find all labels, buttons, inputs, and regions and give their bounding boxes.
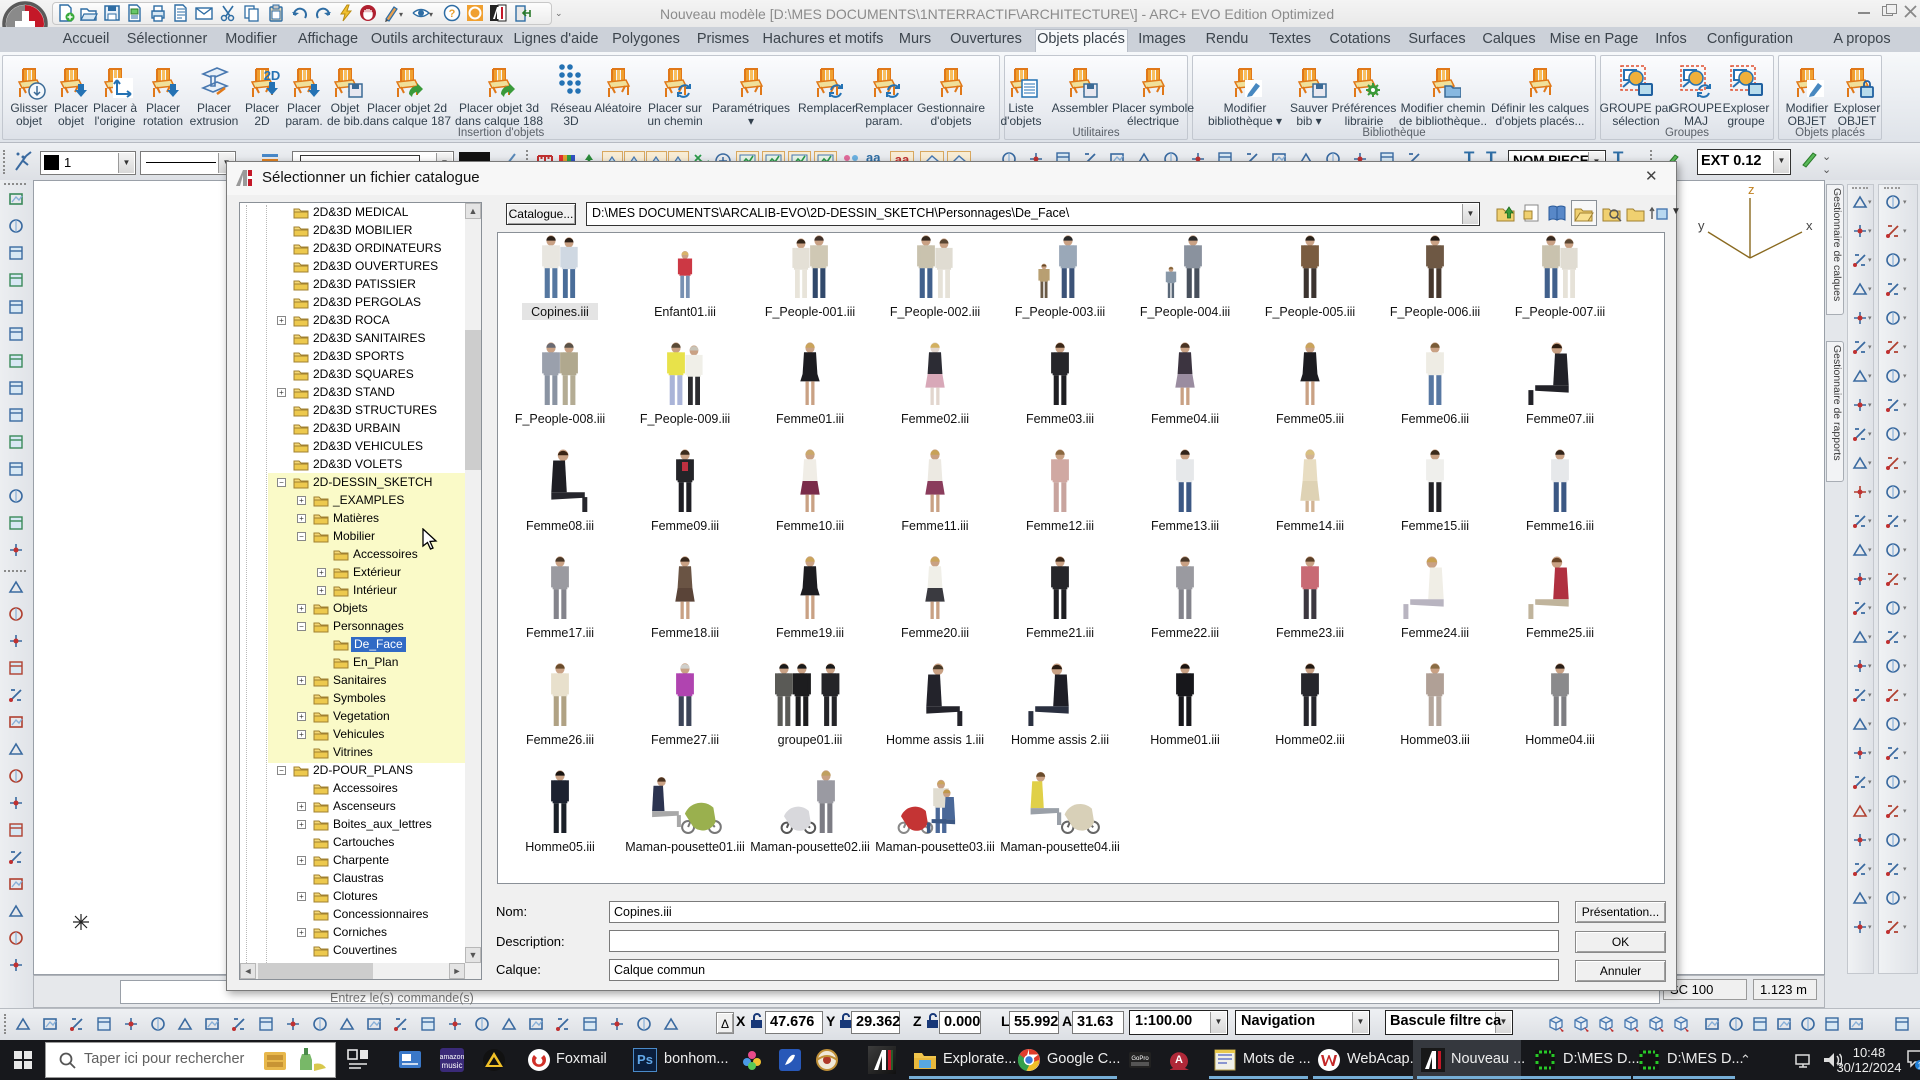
svg-text:Femme27.iii: Femme27.iii <box>651 733 719 747</box>
svg-text:Copines.iii: Copines.iii <box>531 305 589 319</box>
svg-text:Femme04.iii: Femme04.iii <box>1151 412 1219 426</box>
svg-text:Femme14.iii: Femme14.iii <box>1276 519 1344 533</box>
svg-text:F_People-005.iii: F_People-005.iii <box>1265 305 1355 319</box>
svg-text:y: y <box>1698 218 1705 233</box>
svg-text:Homme assis 2.iii: Homme assis 2.iii <box>1011 733 1109 747</box>
svg-text:2D: 2D <box>264 68 280 83</box>
svg-text:F_People-001.iii: F_People-001.iii <box>765 305 855 319</box>
svg-text:F_People-009.iii: F_People-009.iii <box>640 412 730 426</box>
svg-text:Femme16.iii: Femme16.iii <box>1526 519 1594 533</box>
svg-text:Femme19.iii: Femme19.iii <box>776 626 844 640</box>
svg-text:x: x <box>1806 218 1813 233</box>
svg-text:Femme08.iii: Femme08.iii <box>526 519 594 533</box>
svg-text:Femme02.iii: Femme02.iii <box>901 412 969 426</box>
svg-text:Femme05.iii: Femme05.iii <box>1276 412 1344 426</box>
svg-text:Femme20.iii: Femme20.iii <box>901 626 969 640</box>
svg-text:Enfant01.iii: Enfant01.iii <box>654 305 716 319</box>
svg-text:Femme18.iii: Femme18.iii <box>651 626 719 640</box>
svg-text:Femme12.iii: Femme12.iii <box>1026 519 1094 533</box>
svg-text:Femme09.iii: Femme09.iii <box>651 519 719 533</box>
svg-text:Femme21.iii: Femme21.iii <box>1026 626 1094 640</box>
svg-text:Femme22.iii: Femme22.iii <box>1151 626 1219 640</box>
svg-text:Homme04.iii: Homme04.iii <box>1525 733 1594 747</box>
svg-text:Maman-pousette01.iii: Maman-pousette01.iii <box>625 840 745 854</box>
svg-text:Femme10.iii: Femme10.iii <box>776 519 844 533</box>
svg-text:Homme05.iii: Homme05.iii <box>525 840 594 854</box>
svg-text:F_People-007.iii: F_People-007.iii <box>1515 305 1605 319</box>
svg-text:F_People-003.iii: F_People-003.iii <box>1015 305 1105 319</box>
svg-text:Maman-pousette02.iii: Maman-pousette02.iii <box>750 840 870 854</box>
svg-text:Homme02.iii: Homme02.iii <box>1275 733 1344 747</box>
svg-text:Femme23.iii: Femme23.iii <box>1276 626 1344 640</box>
svg-text:z: z <box>1748 182 1755 197</box>
svg-text:Femme25.iii: Femme25.iii <box>1526 626 1594 640</box>
svg-text:Femme15.iii: Femme15.iii <box>1401 519 1469 533</box>
svg-text:Maman-pousette04.iii: Maman-pousette04.iii <box>1000 840 1120 854</box>
svg-text:A: A <box>1175 1054 1183 1066</box>
svg-text:Femme11.iii: Femme11.iii <box>901 519 968 533</box>
svg-text:music: music <box>442 1061 463 1070</box>
svg-text:Femme24.iii: Femme24.iii <box>1401 626 1469 640</box>
svg-text:Homme01.iii: Homme01.iii <box>1150 733 1219 747</box>
svg-text:groupe01.iii: groupe01.iii <box>778 733 843 747</box>
svg-text:Femme26.iii: Femme26.iii <box>526 733 594 747</box>
svg-text:Femme06.iii: Femme06.iii <box>1401 412 1469 426</box>
svg-text:amazon: amazon <box>440 1054 464 1061</box>
svg-text:F_People-004.iii: F_People-004.iii <box>1140 305 1230 319</box>
svg-text:Homme assis 1.iii: Homme assis 1.iii <box>886 733 984 747</box>
svg-text:GoPro: GoPro <box>1131 1056 1149 1062</box>
svg-text:Maman-pousette03.iii: Maman-pousette03.iii <box>875 840 995 854</box>
svg-text:F_People-008.iii: F_People-008.iii <box>515 412 605 426</box>
svg-text:F_People-002.iii: F_People-002.iii <box>890 305 980 319</box>
svg-text:Femme01.iii: Femme01.iii <box>776 412 844 426</box>
svg-text:Femme13.iii: Femme13.iii <box>1151 519 1219 533</box>
svg-text:F_People-006.iii: F_People-006.iii <box>1390 305 1480 319</box>
svg-text:Femme17.iii: Femme17.iii <box>526 626 594 640</box>
svg-text:Homme03.iii: Homme03.iii <box>1400 733 1469 747</box>
svg-text:Femme03.iii: Femme03.iii <box>1026 412 1094 426</box>
svg-text:Femme07.iii: Femme07.iii <box>1526 412 1594 426</box>
svg-text:?: ? <box>449 8 456 20</box>
